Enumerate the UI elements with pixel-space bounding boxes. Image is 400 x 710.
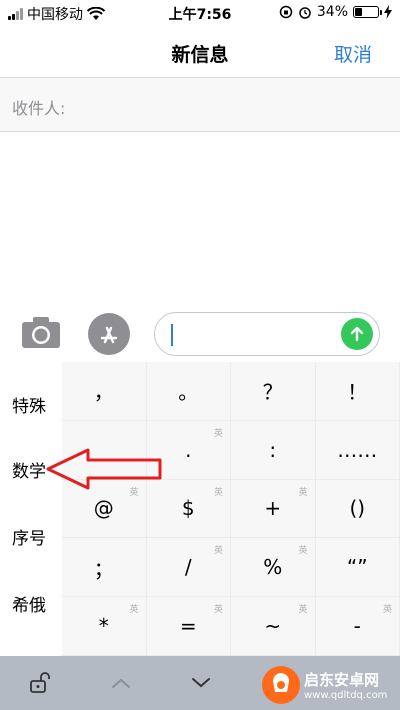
symbol-key[interactable]: ， <box>62 362 147 421</box>
symbol-key-label: ！ <box>347 380 368 405</box>
navigation-bar: 新信息 取消 <box>0 28 400 78</box>
symbol-key[interactable]: “” <box>315 538 400 598</box>
symbol-key-hint: 英 <box>213 605 223 616</box>
battery-icon <box>353 6 382 18</box>
unlock-icon[interactable] <box>26 670 56 696</box>
annotation-arrow <box>46 448 162 490</box>
symbol-key[interactable]: ~ 英 <box>231 597 316 656</box>
category-special[interactable]: 特殊 <box>12 392 46 417</box>
watermark-name: 启东安卓网 <box>304 671 380 689</box>
watermark-url: www.qdltdq.com <box>304 690 388 701</box>
symbol-keyboard: 特殊 数学 序号 希俄 ，。？！. 英:…… @ 英 $ 英 + 英()； / 英% 英 “” * 英 = 英… <box>0 362 400 656</box>
symbol-key-label: “” <box>346 555 368 580</box>
symbol-key-label: . <box>185 437 192 462</box>
chevron-up-icon[interactable] <box>106 670 136 696</box>
symbol-key-label: % <box>263 555 283 580</box>
symbol-key-label: = <box>179 614 197 639</box>
category-math[interactable]: 数学 <box>12 457 46 482</box>
recipient-field[interactable]: 收件人: <box>0 78 400 132</box>
symbol-key-label: : <box>269 437 277 462</box>
symbol-key-label: - <box>353 614 361 639</box>
battery-fill <box>355 8 363 16</box>
symbol-key-hint: 英 <box>382 605 392 616</box>
text-cursor <box>171 324 173 346</box>
symbol-key-hint: 英 <box>298 546 308 557</box>
symbol-key[interactable]: / 英 <box>146 538 231 598</box>
symbol-key-label: * <box>98 614 109 639</box>
symbol-key[interactable]: ！ <box>315 362 400 421</box>
symbol-key-label: …… <box>337 437 378 462</box>
symbol-key[interactable]: 。 <box>146 362 231 421</box>
symbol-key-hint: 英 <box>129 605 139 616</box>
cancel-button[interactable]: 取消 <box>334 40 372 67</box>
status-right: 34% <box>279 4 392 20</box>
alarm-icon <box>299 7 311 19</box>
send-button[interactable] <box>341 318 373 350</box>
symbol-key-hint: 英 <box>213 487 223 498</box>
category-greek-russian[interactable]: 希俄 <box>12 591 46 616</box>
symbol-key[interactable]: = 英 <box>146 597 231 656</box>
symbol-key-label: ？ <box>262 380 283 405</box>
symbol-category-list: 特殊 数学 序号 希俄 <box>0 362 62 656</box>
symbol-key[interactable]: () <box>315 479 400 539</box>
chevron-down-icon[interactable] <box>186 670 216 696</box>
symbol-key-hint: 英 <box>213 546 223 557</box>
symbol-key-hint: 英 <box>298 605 308 616</box>
symbol-key-label: 。 <box>178 380 199 405</box>
symbol-key[interactable]: % 英 <box>231 538 316 598</box>
camera-icon[interactable] <box>20 314 62 350</box>
symbol-key[interactable]: ； <box>62 538 147 598</box>
battery-percent: 34% <box>316 4 348 20</box>
symbol-key[interactable]: …… <box>315 420 400 480</box>
symbol-key[interactable]: ？ <box>231 362 316 421</box>
arrow-up-icon <box>350 326 364 342</box>
app-store-glyph-icon <box>100 326 118 344</box>
watermark: 启东安卓网 www.qdltdq.com <box>262 662 400 708</box>
symbol-key-label: + <box>264 496 282 521</box>
status-bar: 中国移动 上午7:56 34% <box>0 0 400 28</box>
recipient-label: 收件人: <box>12 99 66 118</box>
symbol-key-label: @ <box>93 496 114 521</box>
symbol-key-hint: 英 <box>213 428 223 439</box>
symbol-key-label: ； <box>93 556 114 581</box>
symbol-key-label: ， <box>93 380 114 405</box>
symbol-key[interactable]: * 英 <box>62 597 147 656</box>
watermark-logo-icon <box>262 666 300 704</box>
symbol-key-label: / <box>184 555 192 580</box>
symbol-key-label: $ <box>181 496 195 521</box>
app-store-icon[interactable] <box>88 313 130 355</box>
watermark-text: 启东安卓网 www.qdltdq.com <box>304 669 387 701</box>
symbol-key[interactable]: : <box>231 420 316 480</box>
symbol-key[interactable]: -英 <box>315 597 400 656</box>
category-ordinal[interactable]: 序号 <box>12 524 46 549</box>
compose-bar <box>0 306 400 362</box>
symbol-key-label: ~ <box>264 614 282 639</box>
orientation-lock-icon <box>279 5 293 19</box>
symbol-key-label: () <box>349 496 366 521</box>
charging-icon <box>384 5 392 19</box>
message-input[interactable] <box>154 312 380 356</box>
symbol-key-hint: 英 <box>298 487 308 498</box>
symbol-key-grid: ，。？！. 英:…… @ 英 $ 英 + 英()； / 英% 英 “” * 英 = 英 ~ 英 - 英 <box>62 362 400 656</box>
symbol-key[interactable]: + 英 <box>231 479 316 539</box>
